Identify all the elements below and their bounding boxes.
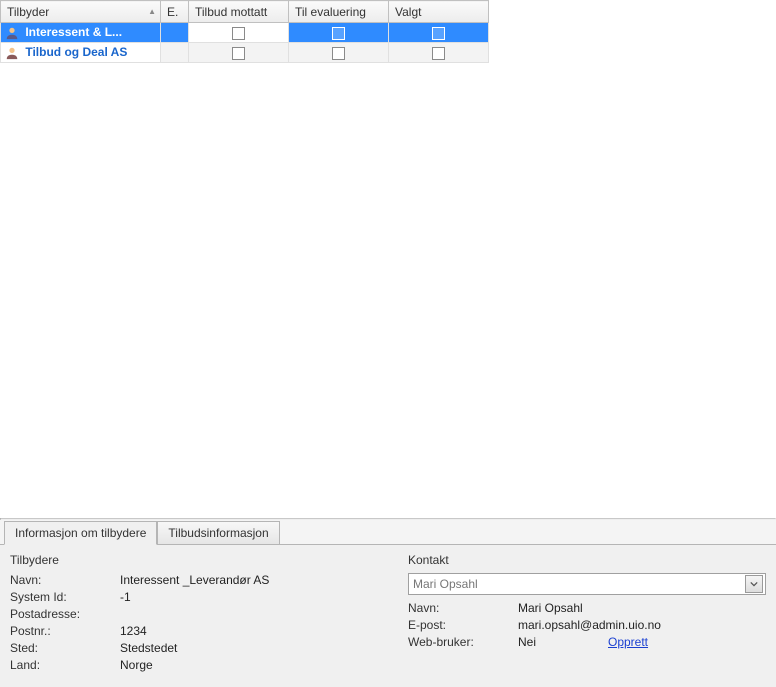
systemid-label: System Id: [10,590,120,604]
col-tilbud-mottatt-label: Tilbud mottatt [195,5,267,19]
postnr-label: Postnr.: [10,624,120,638]
tab-strip: Informasjon om tilbydereTilbudsinformasj… [0,520,776,545]
checkbox-tilbud-mottatt[interactable] [232,27,245,40]
col-valgt-label: Valgt [395,5,421,19]
col-e-label: E. [167,5,178,19]
tilbydere-group-label: Tilbydere [10,553,368,567]
col-tilbyder-label: Tilbyder [7,5,49,19]
tilbydere-group: Tilbydere Navn: Interessent _Leverandør … [10,553,368,675]
col-tilbud-mottatt[interactable]: Tilbud mottatt [189,1,289,23]
col-til-evaluering[interactable]: Til evaluering [289,1,389,23]
tab-tilbudsinformasjon[interactable]: Tilbudsinformasjon [157,521,279,544]
postnr-value: 1234 [120,624,147,638]
chevron-down-icon [745,575,763,593]
navn-value: Interessent _Leverandør AS [120,573,269,587]
navn-label: Navn: [10,573,120,587]
kontakt-group: Kontakt Mari Opsahl Navn: Mari Opsahl E-… [408,553,766,675]
land-value: Norge [120,658,153,672]
sted-value: Stedstedet [120,641,177,655]
kontakt-navn-value: Mari Opsahl [518,601,583,615]
checkbox-til-evaluering[interactable] [332,47,345,60]
kontakt-navn-label: Navn: [408,601,518,615]
kontakt-epost-label: E-post: [408,618,518,632]
col-e[interactable]: E. [161,1,189,23]
kontakt-webbruker-value: Nei [518,635,608,649]
table-row[interactable]: Interessent & L... [1,23,489,43]
bidders-table[interactable]: Tilbyder ▲ E. Tilbud mottatt Til evaluer… [0,0,489,63]
sted-label: Sted: [10,641,120,655]
checkbox-tilbud-mottatt[interactable] [232,47,245,60]
empty-area [0,63,776,518]
checkbox-valgt[interactable] [432,27,445,40]
person-icon [5,46,19,60]
checkbox-valgt[interactable] [432,47,445,60]
sort-asc-icon: ▲ [148,7,156,16]
col-valgt[interactable]: Valgt [389,1,489,23]
checkbox-til-evaluering[interactable] [332,27,345,40]
systemid-value: -1 [120,590,131,604]
kontakt-webbruker-label: Web-bruker: [408,635,518,649]
bidders-table-area: Tilbyder ▲ E. Tilbud mottatt Til evaluer… [0,0,776,63]
table-row[interactable]: Tilbud og Deal AS [1,43,489,63]
kontakt-combo-value: Mari Opsahl [413,577,478,591]
opprett-link[interactable]: Opprett [608,635,648,649]
col-til-evaluering-label: Til evaluering [295,5,366,19]
bidder-link[interactable]: Tilbud og Deal AS [25,45,127,59]
bidder-link[interactable]: Interessent & L... [25,25,122,39]
kontakt-group-label: Kontakt [408,553,766,567]
detail-panel: Tilbydere Navn: Interessent _Leverandør … [0,545,776,687]
col-tilbyder[interactable]: Tilbyder ▲ [1,1,161,23]
kontakt-epost-value: mari.opsahl@admin.uio.no [518,618,661,632]
postadresse-label: Postadresse: [10,607,120,621]
land-label: Land: [10,658,120,672]
tab-info-tilbydere[interactable]: Informasjon om tilbydere [4,521,157,545]
kontakt-combo[interactable]: Mari Opsahl [408,573,766,595]
person-icon [5,26,19,40]
